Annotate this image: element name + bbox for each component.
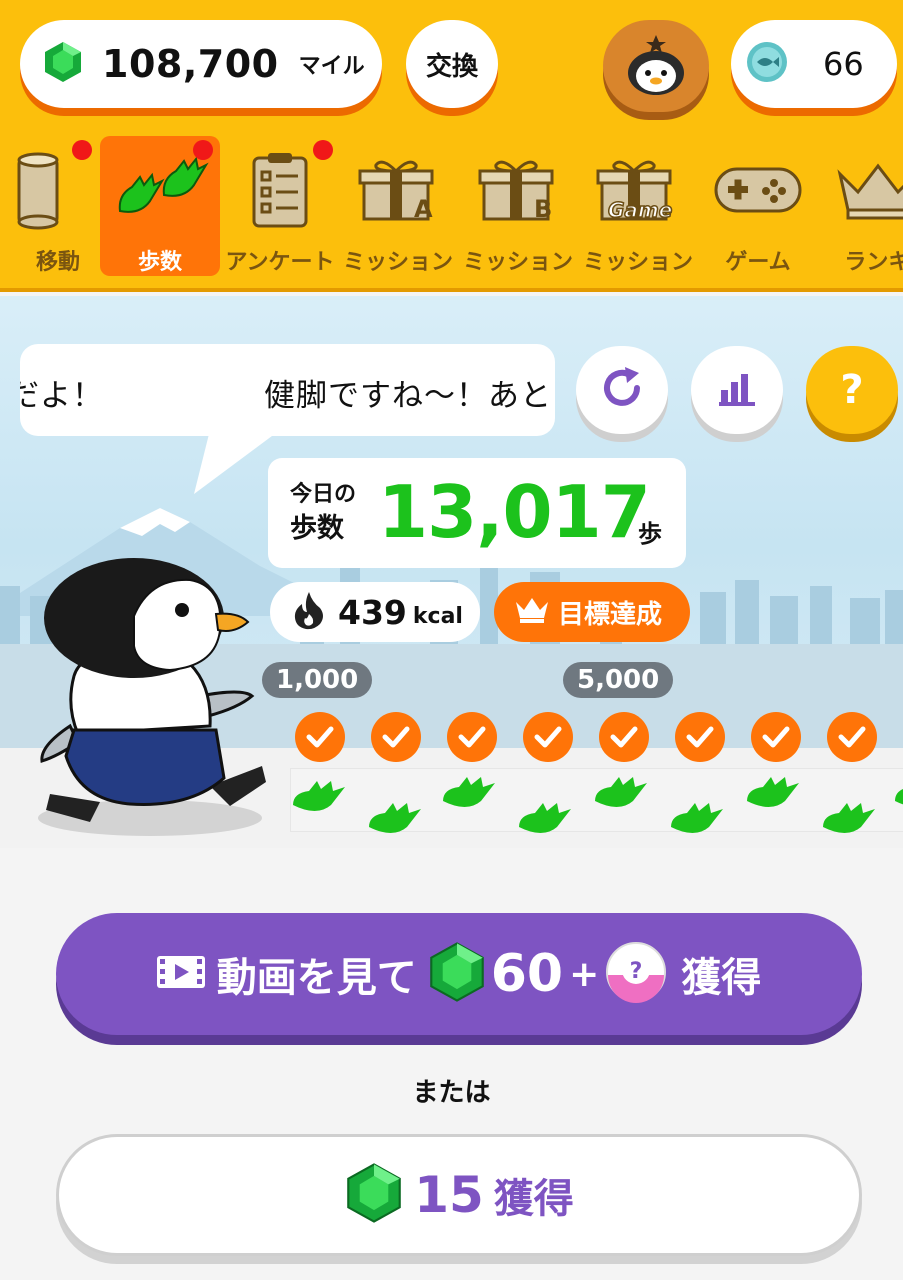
gift-a-icon: A [358,144,438,236]
mystery-capsule-icon: ? [605,941,667,1007]
calories-unit: kcal [412,603,463,629]
checkpoint-done [751,712,801,762]
milestone-marker: 5,000 [563,662,674,698]
checkpoint-done [675,712,725,762]
notification-dot [313,140,333,160]
notification-dot [193,140,213,160]
speech-bubble-tail [194,430,280,494]
svg-text:B: B [534,195,552,223]
footprint-track [290,768,903,833]
gamepad-icon [714,144,802,236]
film-icon [156,956,205,992]
goal-achieved-label: 目標達成 [558,599,663,630]
steps-value: 13,017 [378,470,651,554]
miles-unit: マイル [298,54,365,79]
crown-icon [514,596,550,628]
checkpoint-done [295,712,345,762]
refresh-button[interactable] [576,346,668,434]
stats-button[interactable] [691,346,783,434]
nav-label: ミッション [582,250,693,275]
checkpoint-done [523,712,573,762]
emerald-gem-icon [42,40,84,88]
help-button[interactable]: ? [806,346,898,434]
steps-label: 今日の 歩数 [290,478,356,546]
nav-label: アンケート [225,250,335,275]
earn-gems-button[interactable]: 15 獲得 [56,1134,862,1256]
or-separator-text: または [412,1078,491,1108]
nav-label: ランキン [844,250,903,275]
penguin-avatar-icon [623,31,689,101]
fish-coin-balance[interactable]: 66 [731,20,897,108]
emerald-gem-icon [427,940,487,1008]
checkpoint-done [371,712,421,762]
emerald-gem-icon [344,1161,404,1229]
nav-item-mission-game[interactable]: Game ミッション [578,136,698,276]
calories-card: 439 kcal [270,582,480,642]
todays-steps-card: 今日の 歩数 13,017 歩 [268,458,686,568]
cylinder-icon [16,144,60,236]
fish-coin-icon [745,40,789,88]
speech-text: だよ！ 健脚ですね〜！あと [20,378,552,414]
nav-item-mission-b[interactable]: B ミッション [458,136,578,276]
video-button-label: 動画を見て [216,955,417,1001]
checkmark-icon [762,726,790,748]
checkpoint-done [827,712,877,762]
video-reward-plus: + [569,953,600,995]
svg-text:Game: Game [608,198,672,222]
video-reward-gems: 60 [490,944,564,1004]
svg-text:?: ? [630,959,643,984]
footprints-icon [110,144,210,236]
nav-item-mission-a[interactable]: A ミッション [338,136,458,276]
checkmark-icon [306,726,334,748]
profile-avatar-button[interactable] [603,20,709,112]
nav-label: 移動 [35,250,80,275]
gift-b-icon: B [478,144,558,236]
checkpoint-done [599,712,649,762]
bar-chart-icon [717,370,757,410]
checkmark-icon [534,726,562,748]
exchange-button[interactable]: 交換 [406,20,498,108]
steps-label-line2: 歩数 [290,513,344,544]
calories-value: 439 [338,592,407,632]
milestone-marker: 1,000 [262,662,373,698]
notification-dot [72,140,92,160]
checkmark-icon [838,726,866,748]
watch-video-reward-button[interactable]: 動画を見て 60 + ? 獲得 [56,913,862,1035]
speech-bubble: だよ！ 健脚ですね〜！あと [20,344,555,436]
nav-label: ゲーム [725,250,791,275]
penguin-character-illustration [38,558,266,836]
miles-value: 108,700 [102,42,279,86]
checkpoint-done [447,712,497,762]
nav-label: 歩数 [137,250,182,275]
refresh-icon [599,365,645,415]
category-nav: 移動 歩数 アンケート A ミッション B ミッション Game ミッション ゲ… [0,132,903,280]
svg-text:A: A [414,195,433,223]
top-bar: 108,700 マイル 交換 66 移動 歩数 アンケート A ミッション B … [0,0,903,292]
crown-icon [836,144,903,236]
gift-game-icon: Game [596,144,680,236]
nav-label: ミッション [462,250,573,275]
coin-value: 66 [823,45,864,83]
checkmark-icon [458,726,486,748]
flame-icon [292,590,326,634]
nav-item-game[interactable]: ゲーム [698,136,818,276]
steps-unit: 歩 [638,520,662,548]
earn-button-suffix: 獲得 [493,1176,574,1222]
goal-achieved-badge: 目標達成 [494,582,690,642]
nav-item-ranking[interactable]: ランキン [818,136,903,276]
clipboard-icon [250,144,310,236]
checkmark-icon [382,726,410,748]
video-button-suffix: 獲得 [681,955,762,1001]
nav-label: ミッション [342,250,453,275]
question-mark-icon: ? [840,367,864,413]
footprints-icon [293,777,903,833]
steps-label-line1: 今日の [290,482,357,507]
earn-gems-value: 15 [414,1166,484,1224]
checkmark-icon [686,726,714,748]
miles-balance[interactable]: 108,700 マイル [20,20,382,108]
checkmark-icon [610,726,638,748]
